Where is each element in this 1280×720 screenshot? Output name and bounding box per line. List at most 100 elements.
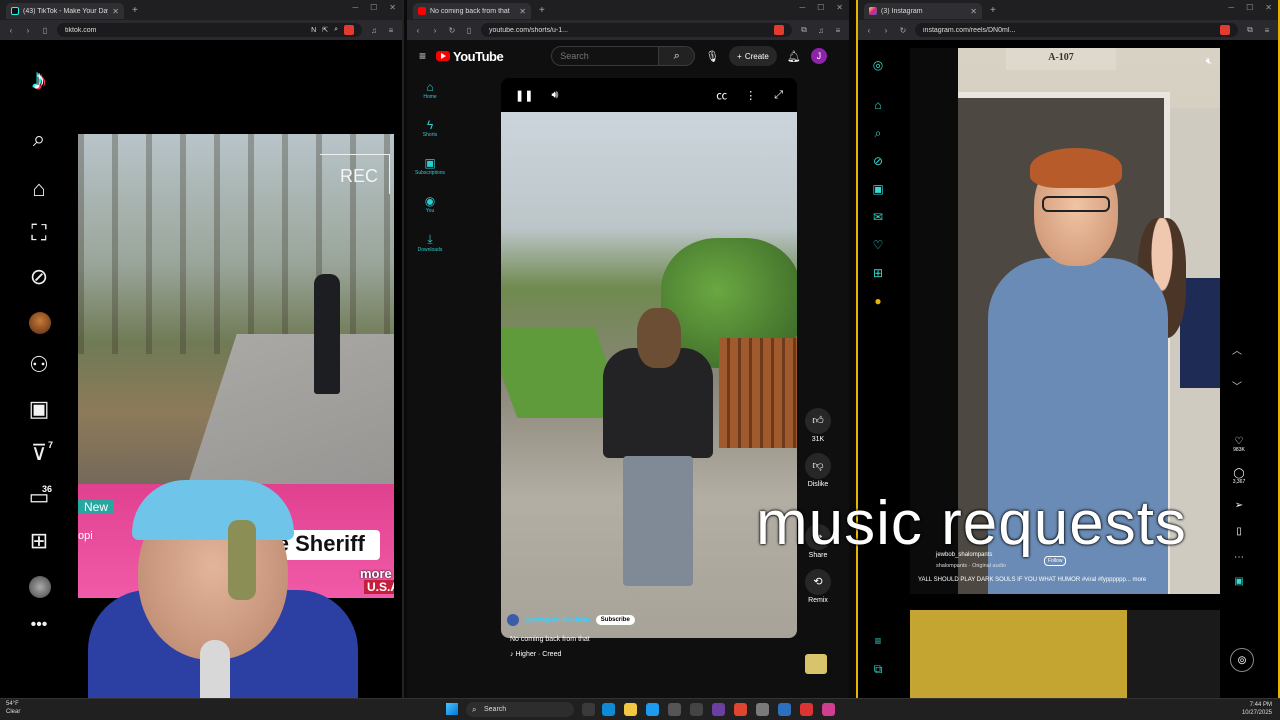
edge-icon[interactable] (602, 703, 615, 716)
app-icon-4[interactable] (800, 703, 813, 716)
brave-icon[interactable] (734, 703, 747, 716)
save-button[interactable]: ▯ (1230, 526, 1248, 537)
chrome-icon[interactable] (646, 703, 659, 716)
sidebar-item-home[interactable]: ⌂ Home (415, 80, 445, 100)
share-button[interactable]: ➢ (1230, 500, 1248, 511)
next-reel-icon[interactable]: ﹀ (1232, 378, 1242, 393)
maximize-icon[interactable]: ☐ (817, 3, 824, 12)
voice-search-icon[interactable]: 🎙︎ (705, 50, 719, 63)
reader-icon[interactable]: N (311, 27, 316, 34)
app-icon-5[interactable] (822, 703, 835, 716)
reels-icon[interactable]: ▣ (870, 182, 886, 196)
reel-caption[interactable]: YALL SHOULD PLAY DARK SOULS IF YOU WHAT … (918, 577, 1146, 583)
home-icon[interactable]: ⌂ (870, 98, 886, 112)
hamburger-menu-icon[interactable]: ≡ (419, 49, 426, 63)
live-icon[interactable]: ▣ (20, 396, 58, 426)
explore-icon[interactable]: ⊘ (20, 264, 58, 294)
close-tab-icon[interactable]: ✕ (112, 7, 119, 16)
menu-icon[interactable]: ≡ (1262, 26, 1272, 35)
create-button[interactable]: + Create (729, 46, 777, 66)
extensions-icon[interactable]: ⧉ (799, 25, 809, 35)
app-icon-3[interactable] (778, 703, 791, 716)
minimize-icon[interactable]: ─ (352, 3, 358, 12)
new-tab-icon[interactable]: + (132, 5, 138, 16)
address-bar[interactable]: instagram.com/reels/DN0mI... (915, 23, 1238, 37)
search-input[interactable] (551, 46, 660, 66)
search-icon[interactable]: ⌕ (20, 126, 58, 156)
media-icon[interactable]: ♫ (816, 26, 826, 35)
sidebar-item-subscriptions[interactable]: ▣ Subscriptions (415, 156, 445, 176)
search-icon[interactable]: ⌕ (870, 126, 886, 141)
notifications-bell-icon[interactable]: 🔔︎ (787, 50, 801, 63)
messages-fab-icon[interactable]: ⊚ (1230, 648, 1254, 672)
new-tab-icon[interactable]: + (539, 5, 545, 16)
comment-button[interactable]: ◯ 3,367 (1230, 468, 1248, 485)
more-menu-icon[interactable]: ≡ (870, 634, 886, 648)
messages-icon[interactable]: ▭ (20, 484, 58, 514)
app-icon[interactable] (690, 703, 703, 716)
taskbar-search[interactable]: Search (466, 702, 574, 717)
close-window-icon[interactable]: ✕ (389, 3, 396, 12)
home-icon[interactable]: ⌂ (20, 176, 58, 206)
pause-icon[interactable]: ❚❚ (515, 89, 533, 102)
tab-instagram[interactable]: (3) Instagram ✕ (864, 3, 982, 19)
new-tab-icon[interactable]: + (990, 5, 996, 16)
settings-gear-icon[interactable] (668, 703, 681, 716)
like-button[interactable]: ♡ 983K (1230, 436, 1248, 453)
following-avatar[interactable] (29, 312, 51, 334)
remix-button[interactable]: ⟲ Remix (801, 569, 835, 604)
menu-icon[interactable]: ≡ (833, 26, 843, 35)
bookmark-icon[interactable]: ▯ (40, 26, 50, 35)
shield-icon[interactable] (1220, 25, 1230, 35)
reel-audio[interactable]: shalompants · Original audio (936, 563, 1006, 569)
more-icon[interactable]: ••• (20, 616, 58, 646)
shop-icon[interactable]: ⛶ (20, 220, 58, 250)
maximize-icon[interactable]: ☐ (1246, 3, 1253, 12)
forward-icon[interactable]: › (881, 26, 891, 35)
bookmark-icon[interactable]: ▯ (464, 26, 474, 35)
create-icon[interactable]: ⊞ (870, 266, 886, 280)
instagram-logo-icon[interactable]: ◎ (870, 58, 886, 72)
explore-icon[interactable]: ⊘ (870, 154, 886, 168)
menu-icon[interactable]: ≡ (386, 26, 396, 35)
notifications-heart-icon[interactable]: ♡ (870, 238, 886, 252)
youtube-logo[interactable]: YouTube (436, 49, 504, 64)
next-reel-preview[interactable] (910, 610, 1220, 698)
file-explorer-icon[interactable] (624, 703, 637, 716)
address-bar[interactable]: tiktok.com N ⇱ ⌕ (57, 23, 362, 37)
weather-widget[interactable]: 54°F Clear (6, 700, 20, 716)
address-bar[interactable]: youtube.com/shorts/u-1... (481, 23, 792, 37)
close-window-icon[interactable]: ✕ (1265, 3, 1272, 12)
more-options-button[interactable]: ⋯ (1230, 552, 1248, 563)
back-icon[interactable]: ‹ (864, 26, 874, 35)
zoom-icon[interactable]: ⌕ (334, 26, 338, 34)
shorts-video-player[interactable]: ❚❚ 🔊︎ ㏄ ⋮ ⤢ (501, 78, 797, 638)
like-button[interactable]: 👍︎ 31K (801, 408, 835, 443)
back-icon[interactable]: ‹ (413, 26, 423, 35)
mute-icon[interactable]: 🔇︎ (1206, 56, 1212, 67)
audio-button[interactable]: ▣ (1230, 576, 1248, 587)
messages-icon[interactable]: ✉ (870, 210, 886, 224)
sidebar-item-downloads[interactable]: ⤓ Downloads (415, 232, 445, 253)
tab-youtube[interactable]: No coming back from that ✕ (413, 3, 531, 19)
fullscreen-icon[interactable]: ⤢ (774, 89, 783, 102)
tiktok-logo-icon[interactable]: ♪ (20, 64, 58, 95)
dislike-button[interactable]: 👎︎ Dislike (801, 453, 835, 488)
account-avatar[interactable]: J (810, 48, 827, 64)
shield-icon[interactable] (774, 25, 784, 35)
forward-icon[interactable]: › (430, 26, 440, 35)
channel-avatar[interactable] (507, 614, 519, 626)
task-view-icon[interactable] (582, 703, 595, 716)
shield-icon[interactable] (344, 25, 354, 35)
profile-avatar[interactable] (29, 576, 51, 598)
volume-icon[interactable]: 🔊︎ (551, 89, 558, 102)
media-icon[interactable]: ♫ (369, 26, 379, 35)
reload-icon[interactable]: ↻ (447, 26, 457, 35)
previous-reel-icon[interactable]: ︿ (1232, 342, 1242, 357)
start-windows-icon[interactable] (446, 703, 458, 715)
captions-icon[interactable]: ㏄ (716, 87, 727, 103)
friends-icon[interactable]: ⚇ (20, 352, 58, 382)
sidebar-item-shorts[interactable]: ϟ Shorts (415, 118, 445, 138)
close-tab-icon[interactable]: ✕ (970, 7, 977, 16)
sidebar-item-you[interactable]: ◉ You (415, 194, 445, 214)
